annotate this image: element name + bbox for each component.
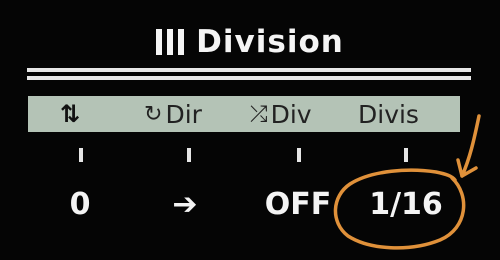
- param-label-divis: Divis: [358, 99, 419, 129]
- param-label-div: Div: [270, 99, 312, 129]
- value-swap[interactable]: 0: [55, 182, 105, 226]
- shuffle-icon: ⤮: [250, 101, 268, 127]
- column-tick: [404, 148, 408, 162]
- value-division[interactable]: 1/16: [358, 182, 454, 226]
- column-tick: [79, 148, 83, 162]
- column-tick: [297, 148, 301, 162]
- swap-arrows-icon[interactable]: ⇅: [60, 96, 80, 132]
- parameter-bar: ⇅ ↻ Dir ⤮ Div Divis: [28, 96, 460, 132]
- param-dir[interactable]: ↻ Dir: [144, 96, 202, 132]
- title-divider-top: [27, 68, 471, 72]
- value-direction[interactable]: ➔: [160, 182, 210, 226]
- param-label-dir: Dir: [165, 99, 202, 129]
- title-row: Division: [0, 20, 500, 64]
- page-title: Division: [196, 24, 344, 60]
- oled-screen: Division ⇅ ↻ Dir ⤮ Div Divis 0 ➔ OFF 1/1…: [0, 0, 500, 260]
- annotation-arrow: [456, 114, 481, 178]
- param-divis[interactable]: Divis: [358, 96, 419, 132]
- param-div[interactable]: ⤮ Div: [250, 96, 312, 132]
- value-div[interactable]: OFF: [250, 182, 346, 226]
- column-tick: [187, 148, 191, 162]
- menu-bars-icon[interactable]: [156, 29, 185, 55]
- cycle-direction-icon: ↻: [144, 101, 163, 127]
- title-divider-bottom: [27, 76, 471, 80]
